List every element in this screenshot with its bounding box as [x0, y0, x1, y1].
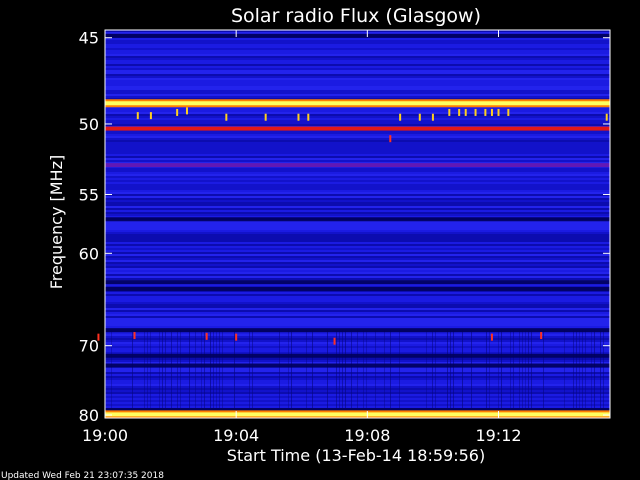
dark-band	[105, 286, 610, 291]
burst-spike	[605, 113, 608, 121]
spectrogram-chart: Solar radio Flux (Glasgow) 455055607080 …	[0, 0, 640, 480]
burst-spike	[333, 337, 336, 345]
dark-band	[105, 33, 610, 38]
x-tick-label: 19:04	[213, 426, 259, 445]
burst-spike	[431, 113, 434, 121]
burst-spike	[490, 333, 493, 341]
burst-spike	[399, 113, 402, 121]
y-axis-label: Frequency [MHz]	[47, 155, 66, 289]
burst-spike	[389, 135, 392, 143]
bright-band-core	[105, 101, 610, 106]
burst-spike	[133, 332, 136, 340]
burst-spike	[448, 108, 451, 116]
y-tick-label: 80	[79, 406, 99, 425]
x-tick-label: 19:00	[82, 426, 128, 445]
burst-spike	[307, 113, 310, 121]
x-tick-label: 19:08	[344, 426, 390, 445]
y-tick-label: 50	[79, 115, 99, 134]
bright-band-core	[105, 412, 610, 417]
burst-spike	[149, 112, 152, 120]
burst-spike	[185, 107, 188, 115]
burst-spike	[235, 333, 238, 341]
burst-spike	[540, 332, 543, 340]
burst-spike	[464, 108, 467, 116]
bright-band	[105, 163, 610, 168]
burst-spike	[225, 113, 228, 121]
burst-spike	[458, 108, 461, 116]
updated-timestamp: Updated Wed Feb 21 23:07:35 2018	[1, 471, 164, 480]
x-tick-label: 19:12	[475, 426, 521, 445]
burst-spike	[497, 108, 500, 116]
burst-spike	[490, 108, 493, 116]
dark-band	[105, 363, 610, 368]
burst-spike	[474, 108, 477, 116]
bright-band	[105, 126, 610, 131]
y-tick-label: 70	[79, 337, 99, 356]
burst-spike	[297, 113, 300, 121]
plot-area	[97, 30, 610, 419]
burst-spike	[507, 108, 510, 116]
y-tick-label: 55	[79, 186, 99, 205]
burst-spike	[205, 332, 208, 340]
burst-spike	[264, 113, 267, 121]
y-tick-label: 45	[79, 29, 99, 48]
dark-band	[105, 353, 610, 358]
dark-band	[105, 217, 610, 222]
x-axis-label: Start Time (13-Feb-14 18:59:56)	[227, 446, 485, 465]
burst-spike	[484, 108, 487, 116]
chart-title: Solar radio Flux (Glasgow)	[231, 5, 481, 27]
dark-band	[105, 280, 610, 285]
burst-spike	[136, 112, 139, 120]
y-tick-label: 60	[79, 244, 99, 263]
burst-spike	[176, 108, 179, 116]
burst-spike	[418, 113, 421, 121]
dark-band	[105, 328, 610, 333]
